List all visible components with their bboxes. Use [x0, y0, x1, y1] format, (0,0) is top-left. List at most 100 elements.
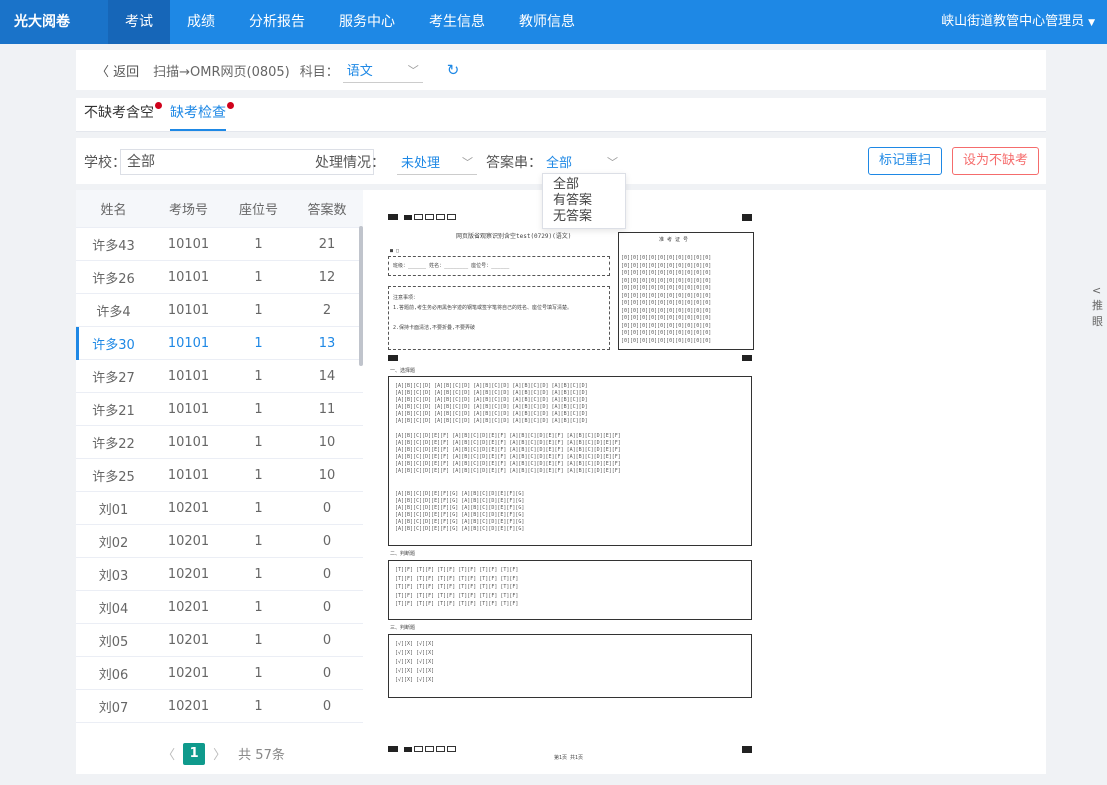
top-nav: 光大阅卷 考试 成绩 分析报告 服务中心 考生信息 教师信息 峡山街道教管中心管…: [0, 0, 1107, 44]
table-row[interactable]: 许多25 10101 1 10: [76, 459, 363, 492]
table-row[interactable]: 刘05 10201 1 0: [76, 624, 363, 657]
side-panel-handle[interactable]: <推眼: [1092, 284, 1107, 328]
timing-boxes: [414, 746, 458, 752]
dropdown-option-has-answer[interactable]: 有答案: [543, 193, 625, 209]
chevron-down-icon: ﹀: [607, 155, 618, 169]
nav-item-teachers[interactable]: 教师信息: [502, 0, 592, 44]
cell-answer-count: 0: [322, 533, 332, 549]
table-row[interactable]: 刘07 10201 1 0: [76, 690, 363, 723]
timing-mark: [388, 214, 398, 220]
page-current[interactable]: 1: [183, 742, 206, 765]
table-row[interactable]: 刘081020110: [76, 723, 363, 734]
judge-bubbles: [T][F] [T][F] [T][F] [T][F] [T][F] [T][F…: [395, 567, 519, 607]
cell-seat: 1: [254, 665, 263, 681]
cell-name: 刘02: [98, 535, 129, 551]
nav-item-analysis[interactable]: 分析报告: [232, 0, 322, 44]
tab-label: 不缺考含空: [84, 105, 154, 121]
cell-room: 10101: [167, 401, 210, 417]
header-answer-count[interactable]: 答案数: [291, 190, 363, 227]
sheet-footer: 第1页 共1页: [554, 755, 584, 761]
next-page-icon[interactable]: 〉: [213, 744, 226, 763]
timing-mark: [388, 355, 398, 361]
chevron-left-icon: 〈: [96, 64, 114, 80]
header-room[interactable]: 考场号: [151, 190, 226, 227]
table-row[interactable]: 刘04 10201 1 0: [76, 591, 363, 624]
answer-value: 全部: [546, 156, 573, 171]
cell-answer-count: 0: [322, 698, 332, 714]
chevron-down-icon: ﹀: [407, 63, 419, 77]
cell-name: 刘05: [98, 634, 129, 650]
cell-room: 10101: [167, 467, 210, 483]
cell-seat: 1: [254, 302, 263, 318]
user-name: 峡山街道教管中心管理员: [941, 14, 1085, 29]
timing-mark: [742, 214, 752, 221]
cell-name: 刘01: [98, 502, 129, 518]
header-seat[interactable]: 座位号: [226, 190, 291, 227]
table-row[interactable]: 刘02 10201 1 0: [76, 525, 363, 558]
note-2: 2.保持卡面清洁,不要折叠,不要弄破: [393, 325, 476, 331]
chevron-down-icon: ﹀: [462, 155, 473, 169]
cell-name: 许多21: [92, 403, 135, 419]
table-row[interactable]: 许多26 10101 1 12: [76, 261, 363, 294]
cell-room: 10101: [167, 236, 210, 252]
subject-select[interactable]: 语文 ﹀: [342, 57, 423, 83]
table-row[interactable]: 许多4 10101 1 2: [76, 294, 363, 327]
tab-absent-check[interactable]: 缺考检查: [170, 98, 234, 131]
info-box: 班级：______ 姓名：________ 座位号：______: [388, 256, 610, 276]
cell-answer-count: 0: [322, 599, 332, 615]
status-label: 处理情况：: [315, 155, 385, 171]
table-scrollbar[interactable]: [359, 226, 363, 366]
status-value: 未处理: [401, 156, 441, 171]
nav-item-scores[interactable]: 成绩: [170, 0, 232, 44]
prev-page-icon[interactable]: 〈: [162, 744, 175, 763]
table-header: 姓名 考场号 座位号 答案数: [76, 190, 363, 228]
back-button[interactable]: 〈 返回: [96, 61, 139, 80]
nav-item-service[interactable]: 服务中心: [322, 0, 412, 44]
cell-seat: 1: [254, 368, 263, 384]
table-row[interactable]: 许多22 10101 1 10: [76, 426, 363, 459]
cell-room: 10201: [167, 533, 210, 549]
table-row[interactable]: 许多30 10101 1 13: [76, 327, 363, 360]
header-name[interactable]: 姓名: [76, 190, 151, 227]
cell-seat: 1: [226, 723, 291, 734]
answer-dropdown: 全部 有答案 无答案: [542, 173, 626, 229]
cell-seat: 1: [254, 269, 263, 285]
dropdown-option-all[interactable]: 全部: [543, 177, 625, 193]
table-row[interactable]: 刘06 10201 1 0: [76, 657, 363, 690]
user-menu[interactable]: 峡山街道教管中心管理员 ▼: [941, 0, 1095, 44]
subject-label: 科目：: [299, 64, 339, 80]
cell-name: 许多4: [96, 304, 131, 320]
judge-bubbles-2: [√][X] [√][X] [√][X] [√][X] [√][X] [√][X][…: [395, 641, 435, 683]
subject-value: 语文: [346, 64, 373, 79]
cell-seat: 1: [254, 236, 263, 252]
section-2-title: 二、判断题: [390, 551, 416, 557]
dropdown-option-no-answer[interactable]: 无答案: [543, 209, 625, 225]
cell-name: 许多43: [92, 238, 135, 254]
status-select[interactable]: 未处理 ﹀: [397, 149, 477, 175]
table-row[interactable]: 刘01 10201 1 0: [76, 492, 363, 525]
section-1-title: 一、选择题: [390, 368, 416, 374]
cell-seat: 1: [254, 566, 263, 582]
answer-select[interactable]: 全部 ﹀: [542, 149, 622, 175]
exam-id-label: 准 考 证 号: [659, 237, 689, 243]
cell-seat: 1: [254, 599, 263, 615]
brand-logo[interactable]: 光大阅卷: [0, 0, 108, 44]
table-row[interactable]: 许多27 10101 1 14: [76, 360, 363, 393]
answer-sheet-image: 网页版省观察识别含空test(0729)(语文) ■ □ 准 考 证 号 [0]…: [366, 190, 762, 774]
mark-rescan-button[interactable]: 标记重扫: [868, 147, 943, 175]
table-row[interactable]: 许多21 10101 1 11: [76, 393, 363, 426]
cell-room: 10101: [167, 335, 210, 351]
cell-seat: 1: [254, 632, 263, 648]
nav-item-exam[interactable]: 考试: [108, 0, 170, 44]
cell-answer-count: 0: [291, 723, 363, 734]
table-row[interactable]: 许多43 10101 1 21: [76, 228, 363, 261]
tab-not-absent-blank[interactable]: 不缺考含空: [84, 98, 162, 131]
cell-seat: 1: [254, 698, 263, 714]
refresh-icon[interactable]: ↻: [447, 61, 460, 79]
notes-title: 注意事项：: [393, 295, 419, 301]
table-row[interactable]: 刘03 10201 1 0: [76, 558, 363, 591]
cell-answer-count: 10: [318, 434, 336, 450]
nav-item-students[interactable]: 考生信息: [412, 0, 502, 44]
set-not-absent-button[interactable]: 设为不缺考: [952, 147, 1040, 175]
cell-room: 10101: [167, 302, 210, 318]
